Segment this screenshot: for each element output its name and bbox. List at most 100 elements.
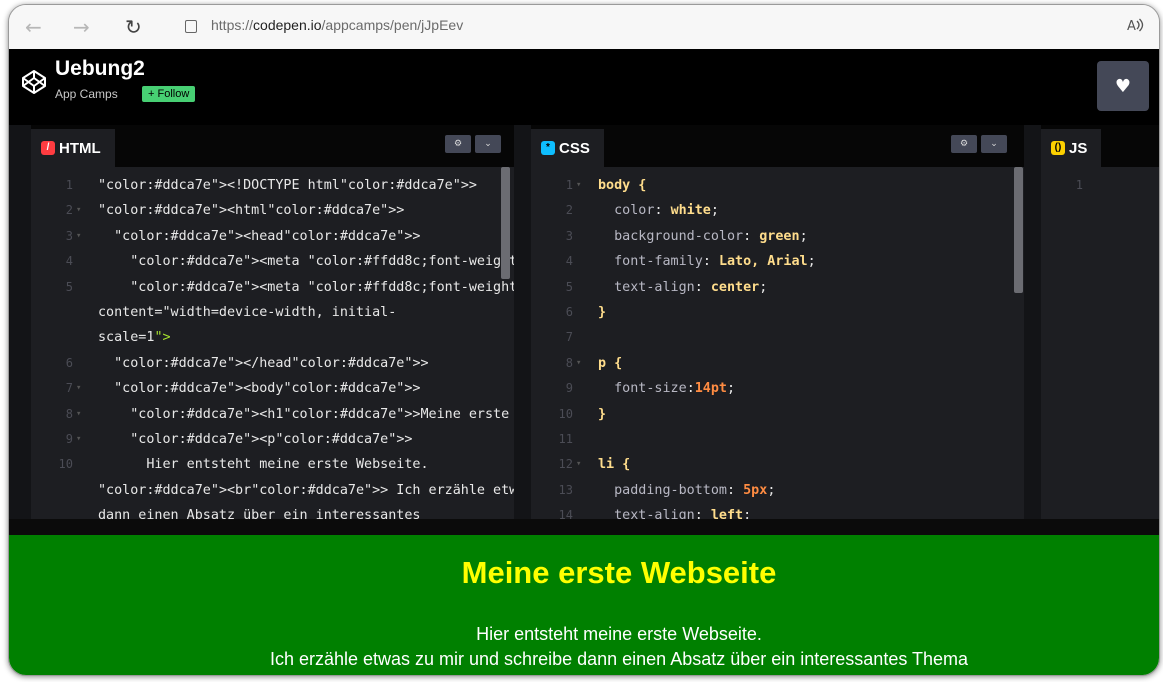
- pen-title[interactable]: Uebung2: [55, 57, 145, 81]
- code-text: content="width=device-width, initial-: [98, 304, 397, 320]
- forward-icon[interactable]: →: [73, 15, 90, 39]
- address-bar[interactable]: https://codepen.io/appcamps/pen/jJpEev: [211, 17, 463, 33]
- browser-toolbar: ← → ↻ https://codepen.io/appcamps/pen/jJ…: [9, 5, 1159, 49]
- code-line[interactable]: 3 background-color: green;: [531, 224, 1024, 249]
- preview-resize-bar[interactable]: [9, 519, 1159, 535]
- code-line[interactable]: 2 color: white;: [531, 198, 1024, 223]
- line-number: 6: [565, 304, 573, 319]
- code-line[interactable]: 10 Hier entsteht meine erste Webseite.: [31, 452, 514, 477]
- line-number: 5: [565, 279, 573, 294]
- url-path: /appcamps/pen/jJpEev: [321, 17, 464, 33]
- code-text: background-color: green;: [614, 228, 808, 244]
- code-line[interactable]: 5 "color:#ddca7e"><meta "color:#ffdd8c;f…: [31, 275, 514, 300]
- read-aloud-icon[interactable]: A: [1127, 17, 1145, 38]
- reload-icon[interactable]: ↻: [125, 15, 142, 39]
- tab-js[interactable]: () JS: [1041, 129, 1102, 167]
- follow-button[interactable]: + Follow: [142, 86, 196, 102]
- css-tabbar: * CSS ⚙ ⌄: [531, 125, 1024, 167]
- js-editor-pane: () JS 1: [1041, 125, 1159, 519]
- back-icon[interactable]: ←: [25, 15, 42, 39]
- css-scrollbar[interactable]: [1014, 167, 1023, 293]
- preview-text-line1: Hier entsteht meine erste Webseite.: [476, 624, 762, 644]
- line-number: 11: [558, 431, 573, 446]
- fold-icon[interactable]: ▾: [576, 173, 581, 198]
- code-line[interactable]: dann einen Absatz über ein interessantes: [31, 503, 514, 519]
- code-line[interactable]: 9 font-size:14pt;: [531, 376, 1024, 401]
- html-scrollbar[interactable]: [501, 167, 510, 279]
- code-text: "color:#ddca7e"><p"color:#ddca7e">>: [130, 431, 413, 447]
- code-line[interactable]: 7: [531, 325, 1024, 350]
- tab-html[interactable]: / HTML: [31, 129, 115, 167]
- line-number: 14: [558, 508, 573, 519]
- preview-text-line2: Ich erzähle etwas zu mir und schreibe da…: [269, 649, 969, 669]
- fold-icon[interactable]: ▾: [76, 376, 81, 401]
- html-editor-pane: / HTML ⚙ ⌄ 1 "color:#ddca7e"><!DOCTYPE ht…: [31, 125, 514, 519]
- code-text: Hier entsteht meine erste Webseite.: [98, 457, 429, 473]
- code-line[interactable]: 14 text-align: left;: [531, 503, 1024, 519]
- code-line[interactable]: 6}: [531, 300, 1024, 325]
- code-line[interactable]: 3 ▾ "color:#ddca7e"><head"color:#ddca7e">…: [31, 224, 514, 249]
- heart-button[interactable]: ♥: [1097, 61, 1149, 111]
- code-line[interactable]: 1 "color:#ddca7e"><!DOCTYPE html"color:#d…: [31, 173, 514, 198]
- code-line[interactable]: 4 font-family: Lato, Arial;: [531, 249, 1024, 274]
- code-line[interactable]: 10}: [531, 402, 1024, 427]
- tab-css[interactable]: * CSS: [531, 129, 604, 167]
- css-collapse-button[interactable]: ⌄: [981, 135, 1007, 153]
- css-code-editor[interactable]: 1 ▾ body {2 color: white; 3 background-colo…: [531, 173, 1024, 519]
- html-collapse-button[interactable]: ⌄: [475, 135, 501, 153]
- code-line[interactable]: "color:#ddca7e"><br"color:#ddca7e">> Ich…: [31, 478, 514, 503]
- code-line[interactable]: 5 text-align: center;: [531, 275, 1024, 300]
- heart-icon: ♥: [1114, 75, 1132, 97]
- code-text: text-align: center;: [614, 279, 768, 295]
- fold-icon[interactable]: ▾: [576, 351, 581, 376]
- fold-icon[interactable]: ▾: [76, 198, 81, 223]
- url-domain: codepen.io: [253, 17, 322, 33]
- code-text: font-family: Lato, Arial;: [614, 254, 816, 270]
- line-number: 13: [558, 482, 573, 497]
- code-line[interactable]: 9 ▾ "color:#ddca7e"><p"color:#ddca7e">>: [31, 427, 514, 452]
- code-line[interactable]: 2 ▾ "color:#ddca7e"><html"color:#ddca7e">>: [31, 198, 514, 223]
- codepen-logo-icon[interactable]: [21, 69, 47, 95]
- fold-icon[interactable]: ▾: [576, 452, 581, 477]
- code-line[interactable]: 4 "color:#ddca7e"><meta "color:#ffdd8c;f…: [31, 249, 514, 274]
- code-line[interactable]: 7 ▾ "color:#ddca7e"><body"color:#ddca7e">…: [31, 376, 514, 401]
- site-info-icon[interactable]: [185, 20, 197, 33]
- line-number: 10: [58, 457, 73, 472]
- line-number: 1: [1075, 178, 1083, 192]
- fold-icon[interactable]: ▾: [76, 427, 81, 452]
- code-line[interactable]: 8 ▾ "color:#ddca7e"><h1"color:#ddca7e">>M…: [31, 402, 514, 427]
- code-text: "color:#ddca7e"><html"color:#ddca7e">>: [98, 203, 405, 219]
- line-number: 8: [565, 355, 573, 370]
- code-line[interactable]: content="width=device-width, initial-: [31, 300, 514, 325]
- fold-icon[interactable]: ▾: [76, 224, 81, 249]
- html-code-editor[interactable]: 1 "color:#ddca7e"><!DOCTYPE html"color:#d…: [31, 173, 514, 519]
- pane-divider[interactable]: [1024, 125, 1041, 519]
- code-line[interactable]: scale=1">: [31, 325, 514, 350]
- code-line[interactable]: 1 ▾ body {: [531, 173, 1024, 198]
- code-line[interactable]: 12 ▾ li {: [531, 452, 1024, 477]
- line-number: 1: [65, 178, 73, 192]
- line-number: 5: [65, 279, 73, 294]
- js-code-editor[interactable]: 1: [1041, 173, 1159, 198]
- line-number: 7: [65, 381, 73, 396]
- pane-divider[interactable]: [514, 125, 531, 519]
- code-line[interactable]: 13 padding-bottom: 5px;: [531, 478, 1024, 503]
- html-settings-button[interactable]: ⚙: [445, 135, 471, 153]
- fold-icon[interactable]: ▾: [76, 402, 81, 427]
- browser-window: ← → ↻ https://codepen.io/appcamps/pen/jJ…: [8, 4, 1160, 676]
- code-text: "color:#ddca7e"><!DOCTYPE html"color:#dd…: [98, 178, 477, 193]
- code-line[interactable]: 6 "color:#ddca7e"></head"color:#ddca7e">…: [31, 351, 514, 376]
- css-settings-button[interactable]: ⚙: [951, 135, 977, 153]
- line-number: 10: [558, 406, 573, 421]
- pen-author[interactable]: App Camps: [55, 87, 118, 101]
- js-icon: (): [1051, 141, 1065, 155]
- code-line[interactable]: 1: [1041, 173, 1159, 198]
- line-number: 9: [65, 431, 73, 446]
- code-line[interactable]: 8 ▾ p {: [531, 351, 1024, 376]
- line-number: 2: [565, 203, 573, 218]
- code-line[interactable]: 11: [531, 427, 1024, 452]
- preview-heading: Meine erste Webseite: [461, 555, 777, 590]
- code-text: text-align: left;: [614, 508, 752, 519]
- line-number: 3: [565, 228, 573, 243]
- code-text: padding-bottom: 5px;: [614, 482, 776, 498]
